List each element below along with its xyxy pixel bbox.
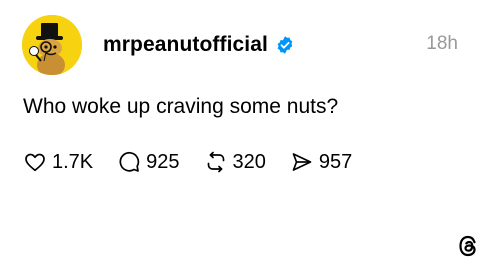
username[interactable]: mrpeanutofficial	[103, 33, 268, 57]
reply-count: 925	[146, 150, 180, 173]
repost-button[interactable]: 320	[204, 150, 266, 174]
share-count: 957	[318, 150, 353, 173]
threads-logo-icon[interactable]	[456, 234, 480, 258]
verified-badge-icon	[275, 35, 295, 55]
post-timestamp[interactable]: 18h	[426, 33, 458, 55]
heart-icon	[23, 150, 47, 174]
post-text: Who woke up craving some nuts?	[23, 95, 339, 118]
mr-peanut-avatar-icon	[22, 15, 82, 75]
repost-icon	[204, 150, 228, 174]
repost-count: 320	[232, 150, 266, 173]
post-actions: 1.7K 925 320 957	[23, 147, 376, 177]
comment-icon	[117, 150, 141, 174]
avatar[interactable]	[22, 15, 82, 75]
like-button[interactable]: 1.7K	[23, 150, 93, 174]
author-row: mrpeanutofficial	[103, 30, 295, 60]
threads-post: mrpeanutofficial 18h Who woke up craving…	[0, 0, 498, 257]
share-button[interactable]: 957	[290, 150, 352, 174]
like-count: 1.7K	[52, 150, 94, 173]
reply-button[interactable]: 925	[117, 150, 180, 174]
send-icon	[290, 150, 314, 174]
